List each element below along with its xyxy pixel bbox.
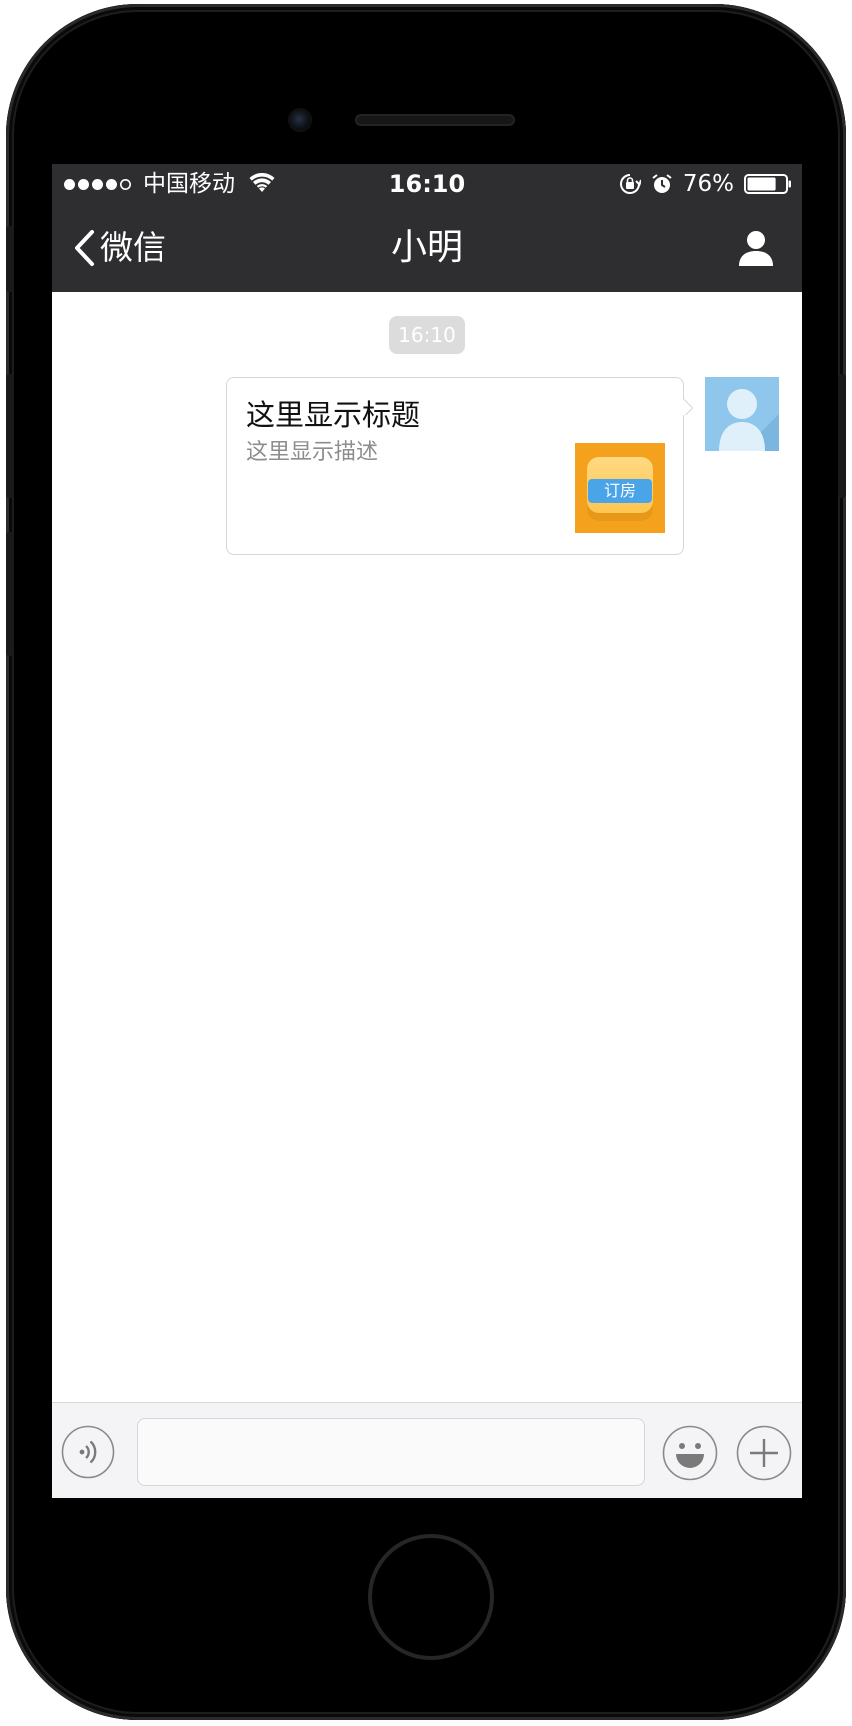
card-description: 这里显示描述: [246, 440, 379, 465]
card-thumbnail: 订房: [575, 443, 665, 533]
person-icon[interactable]: [736, 228, 776, 268]
card-title: 这里显示标题: [246, 398, 421, 432]
bubble-tail: [683, 399, 699, 415]
voice-icon[interactable]: [61, 1425, 115, 1479]
plus-icon[interactable]: [736, 1425, 792, 1481]
screen: 中国移动 16:10 76% 微信 小明 16:10 这里显示标题 这里显示描述…: [52, 164, 802, 1498]
navigation-bar: 微信 小明: [52, 204, 802, 292]
input-bar: [52, 1402, 802, 1498]
chevron-left-icon: [75, 230, 94, 266]
message-input[interactable]: [137, 1418, 645, 1486]
earpiece-speaker: [355, 114, 515, 126]
rotation-lock-icon: [619, 174, 641, 194]
volume-down-button: [6, 532, 14, 656]
volume-up-button: [6, 374, 14, 498]
back-button-label: 微信: [100, 228, 166, 267]
link-card-message[interactable]: 这里显示标题 这里显示描述 订房: [226, 377, 684, 555]
battery-percentage: 76%: [682, 171, 734, 197]
power-button: [838, 374, 846, 498]
mute-switch: [6, 226, 14, 292]
avatar[interactable]: [705, 377, 779, 451]
status-bar: 中国移动 16:10 76%: [52, 164, 802, 204]
back-button[interactable]: 微信: [72, 222, 166, 274]
home-button[interactable]: [368, 1534, 494, 1660]
thumbnail-label: 订房: [588, 479, 652, 503]
chat-area[interactable]: 16:10 这里显示标题 这里显示描述 订房: [52, 292, 802, 1402]
status-right: 76%: [619, 170, 792, 198]
message-timestamp: 16:10: [389, 316, 465, 354]
alarm-icon: [652, 174, 672, 193]
battery-icon: [744, 174, 791, 194]
emoji-icon[interactable]: [662, 1425, 718, 1481]
front-camera: [290, 110, 310, 130]
